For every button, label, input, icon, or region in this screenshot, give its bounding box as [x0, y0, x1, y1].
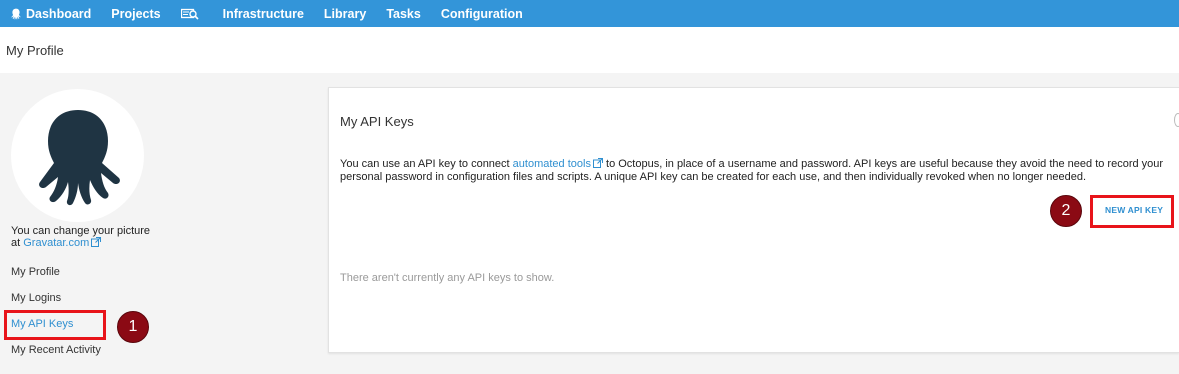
- sidebar-item-my-recent-activity[interactable]: My Recent Activity: [11, 344, 101, 356]
- nav-search-machines[interactable]: [180, 8, 203, 20]
- change-picture-text: You can change your picture: [11, 225, 151, 237]
- nav-configuration-label: Configuration: [440, 6, 523, 21]
- highlight-box-new-api-key: [1090, 195, 1174, 228]
- sidebar-item-my-profile[interactable]: My Profile: [11, 266, 60, 278]
- page-title: My Profile: [6, 42, 64, 58]
- octopus-icon: [10, 8, 22, 20]
- nav-library[interactable]: Library: [324, 7, 366, 21]
- nav-tasks-label: Tasks: [386, 6, 421, 21]
- sidebar-item-my-logins[interactable]: My Logins: [11, 292, 61, 304]
- external-link-icon: [592, 158, 603, 171]
- search-machine-icon: [180, 8, 199, 20]
- change-picture-note: You can change your picture at Gravatar.…: [11, 225, 171, 250]
- api-keys-panel: My API Keys You can use an API key to co…: [328, 87, 1179, 353]
- nav-projects-label: Projects: [111, 6, 161, 21]
- top-nav: Dashboard Projects Infrastructure Librar…: [0, 0, 1179, 27]
- octopus-avatar-icon: [38, 109, 120, 205]
- external-link-icon: [91, 237, 102, 250]
- nav-dashboard-label: Dashboard: [26, 6, 92, 21]
- nav-tasks[interactable]: Tasks: [386, 7, 421, 21]
- nav-dashboard[interactable]: Dashboard: [10, 7, 91, 21]
- description-text-before: You can use an API key to connect: [340, 158, 510, 170]
- automated-tools-link[interactable]: automated tools: [513, 158, 591, 170]
- nav-projects[interactable]: Projects: [111, 7, 160, 21]
- nav-library-label: Library: [323, 6, 367, 21]
- step-badge-1: 1: [117, 311, 149, 343]
- panel-title: My API Keys: [340, 114, 414, 129]
- nav-infrastructure[interactable]: Infrastructure: [223, 7, 304, 21]
- nav-configuration[interactable]: Configuration: [441, 7, 523, 21]
- gravatar-link[interactable]: Gravatar.com: [23, 237, 89, 249]
- empty-state-message: There aren't currently any API keys to s…: [340, 272, 555, 284]
- help-icon[interactable]: [1174, 113, 1179, 127]
- nav-infrastructure-label: Infrastructure: [222, 6, 304, 21]
- avatar: [11, 89, 144, 222]
- change-picture-at: at: [11, 237, 21, 249]
- step-badge-2: 2: [1050, 195, 1082, 227]
- highlight-box-api-keys-link: [4, 310, 106, 340]
- page-header: My Profile: [0, 27, 1179, 73]
- panel-description: You can use an API key to connect automa…: [340, 158, 1175, 183]
